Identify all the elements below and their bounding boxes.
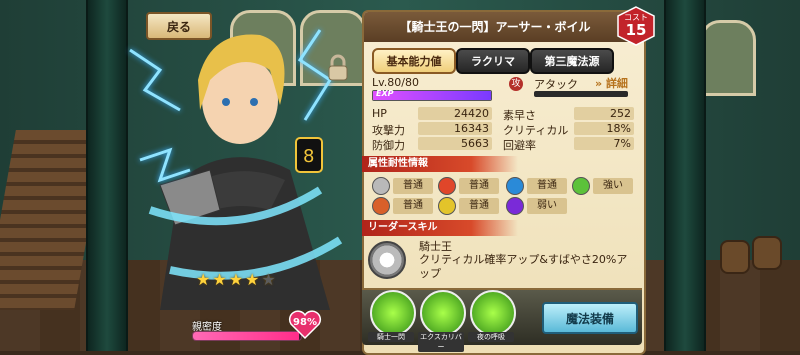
resistance-item: 普通 — [438, 197, 499, 215]
spd-label: 素早さ — [503, 109, 536, 122]
atk-value: 16343 — [418, 122, 492, 135]
resistance-item: 普通 — [506, 177, 567, 195]
dark-element-icon — [506, 197, 524, 215]
wind-element-icon — [572, 177, 590, 195]
earth-element-icon — [372, 197, 390, 215]
intimacy-fill — [193, 332, 299, 340]
character-face — [198, 34, 285, 144]
resistance-value: 普通 — [393, 198, 433, 214]
attack-type-icon: 攻 — [509, 77, 523, 91]
tab-basic-stats[interactable]: 基本能力値 — [372, 48, 456, 74]
level-text: Lv.80/80 — [372, 76, 419, 89]
barrel — [720, 240, 750, 274]
light-element-icon — [372, 177, 390, 195]
resistance-value: 普通 — [527, 178, 567, 194]
star-icon: ★ — [212, 270, 227, 289]
skill-name: エクスカリバー — [418, 332, 464, 352]
skill-icon[interactable] — [370, 290, 416, 336]
fire-element-icon — [438, 177, 456, 195]
resistance-value: 普通 — [459, 198, 499, 214]
skill-icon[interactable] — [420, 290, 466, 336]
star-icon: ★ — [196, 270, 211, 289]
ice-element-icon — [506, 177, 524, 195]
tab-lacrima[interactable]: ラクリマ — [456, 48, 530, 74]
eva-label: 回避率 — [503, 139, 536, 152]
resistance-item: 普通 — [438, 177, 499, 195]
resistance-item: 弱い — [506, 197, 567, 215]
barrel — [752, 236, 782, 270]
skill-name: 騎士一閃 — [368, 332, 414, 342]
intimacy-bar — [192, 331, 302, 341]
resistance-item: 普通 — [372, 177, 433, 195]
resistance-value: 強い — [593, 178, 633, 194]
type-bar — [534, 91, 628, 97]
resistance-value: 普通 — [459, 178, 499, 194]
star-icon: ★ — [228, 270, 244, 289]
eva-value: 7% — [574, 137, 634, 150]
character-portrait: 8 — [129, 29, 343, 310]
magic-equip-button[interactable]: 魔法装備 — [542, 302, 638, 334]
leader-skill-icon — [368, 241, 406, 279]
detail-button[interactable]: » 詳細 — [595, 75, 628, 91]
pillar — [664, 0, 706, 351]
atk-label: 攻撃力 — [372, 124, 405, 137]
exp-label: EXP — [376, 89, 394, 98]
resistance-item: 強い — [572, 177, 633, 195]
leader-skill-header: リーダースキル — [362, 220, 518, 236]
resistance-value: 弱い — [527, 198, 567, 214]
rarity-stars: ★ ★ ★ ★ ★ — [196, 270, 276, 289]
crit-value: 18% — [574, 122, 634, 135]
crit-label: クリティカル — [503, 124, 569, 137]
cost-value: 15 — [625, 21, 647, 39]
type-label: アタック — [534, 78, 578, 91]
window — [700, 20, 756, 96]
lock-icon[interactable] — [326, 54, 350, 82]
intimacy-value: 98% — [293, 317, 317, 328]
skill-name: 夜の呼吸 — [468, 332, 514, 342]
character-title: 【騎士王の一閃】アーサー・ボイル — [399, 20, 591, 34]
skill-icon[interactable] — [470, 290, 516, 336]
def-value: 5663 — [418, 137, 492, 150]
tab-third-magic[interactable]: 第三魔法源 — [530, 48, 614, 74]
leader-skill-name: 騎士王 — [419, 240, 452, 253]
resistance-value: 普通 — [393, 178, 433, 194]
resistance-item: 普通 — [372, 197, 433, 215]
thunder-element-icon — [438, 197, 456, 215]
detail-label: 詳細 — [605, 77, 628, 90]
spd-value: 252 — [574, 107, 634, 120]
hp-label: HP — [372, 107, 387, 120]
leader-skill-description: クリティカル確率アップ&すばやさ20%アップ — [419, 253, 628, 280]
back-button[interactable]: 戻る — [146, 12, 212, 40]
resistance-header: 属性耐性情報 — [362, 156, 518, 172]
def-label: 防御力 — [372, 139, 405, 152]
star-icon: ★ — [245, 270, 260, 289]
hp-value: 24420 — [418, 107, 492, 120]
svg-text:8: 8 — [303, 146, 314, 167]
star-icon: ★ — [261, 270, 276, 289]
